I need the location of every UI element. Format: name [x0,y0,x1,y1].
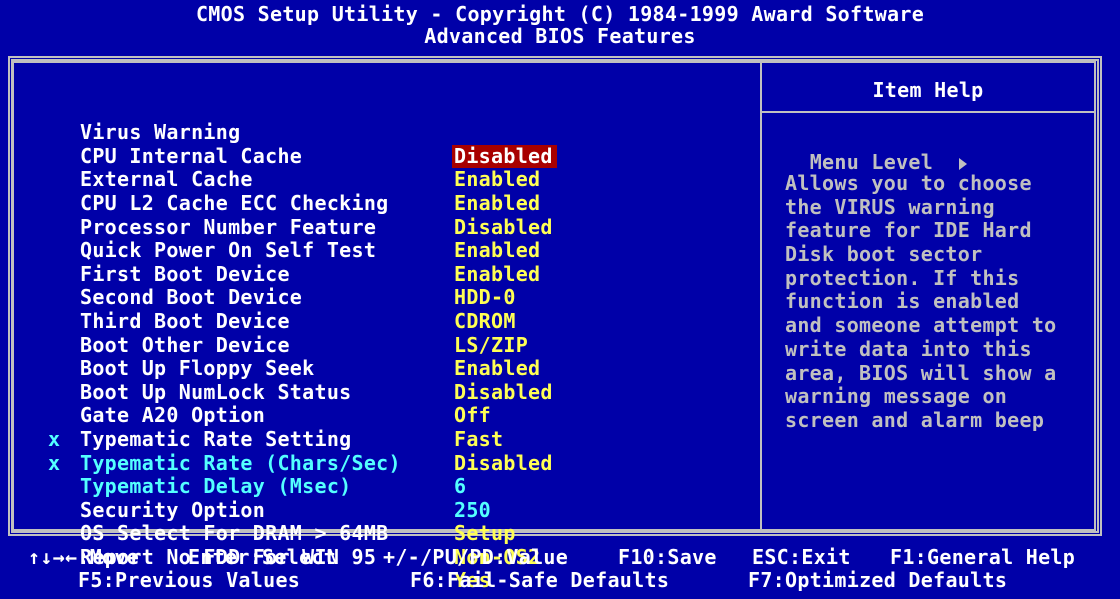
setting-row-first-boot-device[interactable]: First Boot Device HDD-0 [48,216,515,309]
help-line: area, BIOS will show a [785,360,1057,385]
setting-value[interactable]: Fast [452,427,507,452]
help-title-divider [762,111,1094,113]
setting-value[interactable]: HDD-0 [452,286,520,310]
key-legend: ↑↓→←:Move Enter:Select +/-/PU/PD:Value F… [0,542,1120,599]
setting-value[interactable]: Enabled [452,191,544,216]
setting-label: Virus Warning [80,120,241,145]
panel-divider [760,61,762,531]
setting-label: Boot Up NumLock Status [80,379,352,404]
setting-value[interactable]: LS/ZIP [452,333,532,358]
setting-label: Typematic Rate Setting [80,426,352,451]
setting-label: Boot Other Device [80,332,290,357]
help-line: function is enabled [785,289,1020,314]
key-value: +/-/PU/PD:Value [383,545,569,569]
setting-value[interactable]: Enabled [452,168,544,192]
help-line: protection. If this [785,265,1020,290]
setting-row-security-option[interactable]: Security Option Setup [48,452,515,545]
setting-value: 6 [454,474,467,499]
setting-label: Typematic Delay (Msec) [80,474,352,499]
setting-row-cpu-internal-cache[interactable]: CPU Internal Cache Enabled [48,98,540,191]
setting-value[interactable]: Enabled [452,357,544,381]
setting-row-gate-a20[interactable]: Gate A20 Option Fast [48,357,503,451]
key-optimized-defaults: F7:Optimized Defaults [748,568,1008,592]
key-exit: ESC:Exit [752,545,851,569]
setting-row-numlock-status[interactable]: Boot Up NumLock Status Off [48,334,491,427]
setting-row-second-boot-device[interactable]: Second Boot Device CDROM [48,239,515,333]
setting-value[interactable]: Off [452,404,495,428]
help-line: feature for IDE Hard [785,218,1032,243]
setting-row-cpu-l2-cache-ecc[interactable]: CPU L2 Cache ECC Checking Disabled [48,145,552,238]
setting-value[interactable]: Enabled [452,239,544,263]
setting-label: Quick Power On Self Test [80,238,377,263]
help-line: write data into this [785,336,1032,361]
app-title: CMOS Setup Utility - Copyright (C) 1984-… [195,2,925,26]
setting-label: CPU L2 Cache ECC Checking [80,190,389,215]
help-line: warning message on [785,384,1008,409]
help-line: and someone attempt to [785,313,1057,338]
setting-label: Security Option [80,497,266,522]
menu-level: Menu Level [785,120,968,176]
help-line: Disk boot sector [785,242,983,267]
setting-row-processor-number[interactable]: Processor Number Feature Enabled [48,168,540,262]
help-description: Allows you to choose the VIRUS warning f… [785,171,1095,433]
setting-label: Second Boot Device [80,285,303,310]
header-bar: CMOS Setup Utility - Copyright (C) 1984-… [0,0,1120,52]
setting-label: Gate A20 Option [80,403,266,428]
setting-row-typematic-rate-setting[interactable]: Typematic Rate Setting Disabled [48,381,552,474]
setting-value[interactable]: Disabled [452,215,557,240]
key-save: F10:Save [618,545,717,569]
setting-label: External Cache [80,167,253,192]
key-failsafe-defaults: F6:Fail-Safe Defaults [410,568,670,592]
help-line: the VIRUS warning [785,194,995,219]
setting-value[interactable]: CDROM [452,309,520,334]
setting-label: CPU Internal Cache [80,143,303,168]
setting-row-virus-warning[interactable]: Virus Warning Disabled [48,74,557,169]
settings-list: Virus Warning Disabled CPU Internal Cach… [48,74,557,592]
key-previous-values: F5:Previous Values [78,568,301,592]
key-enter: Enter:Select [188,545,337,569]
setting-value[interactable]: Disabled [452,451,557,476]
setting-row-floppy-seek[interactable]: Boot Up Floppy Seek Disabled [48,310,552,404]
setting-label: Boot Up Floppy Seek [80,356,315,381]
setting-label: Processor Number Feature [80,214,377,239]
item-help-title: Item Help [872,78,984,102]
setting-value[interactable]: Enabled [452,262,544,287]
setting-label: First Boot Device [80,261,290,286]
setting-row-report-no-fdd[interactable]: Report No FDD For WIN 95 Yes [48,499,491,592]
setting-row-external-cache[interactable]: External Cache Enabled [48,121,540,215]
setting-label: Typematic Rate (Chars/Sec) [80,450,401,475]
setting-row-quick-post[interactable]: Quick Power On Self Test Enabled [48,192,540,286]
setting-label: Third Boot Device [80,308,290,333]
setting-value: 250 [454,497,492,522]
triangle-right-icon [959,157,968,170]
setting-value[interactable]: Disabled [452,144,557,169]
setting-row-boot-other-device[interactable]: Boot Other Device Enabled [48,286,540,380]
help-line: Allows you to choose [785,171,1032,195]
setting-row-typematic-delay: x Typematic Delay (Msec) 250 [48,428,491,521]
setting-row-os-select-dram[interactable]: OS Select For DRAM > 64MB Non-OS2 [48,475,540,569]
key-general-help: F1:General Help [890,545,1076,569]
page-title: Advanced BIOS Features [424,24,696,48]
setting-row-typematic-rate: x Typematic Rate (Chars/Sec) 6 [48,404,466,497]
help-line: screen and alarm beep [785,407,1045,432]
setting-row-third-boot-device[interactable]: Third Boot Device LS/ZIP [48,263,528,356]
key-move: ↑↓→←:Move [28,545,140,569]
setting-value[interactable]: Disabled [452,380,557,405]
